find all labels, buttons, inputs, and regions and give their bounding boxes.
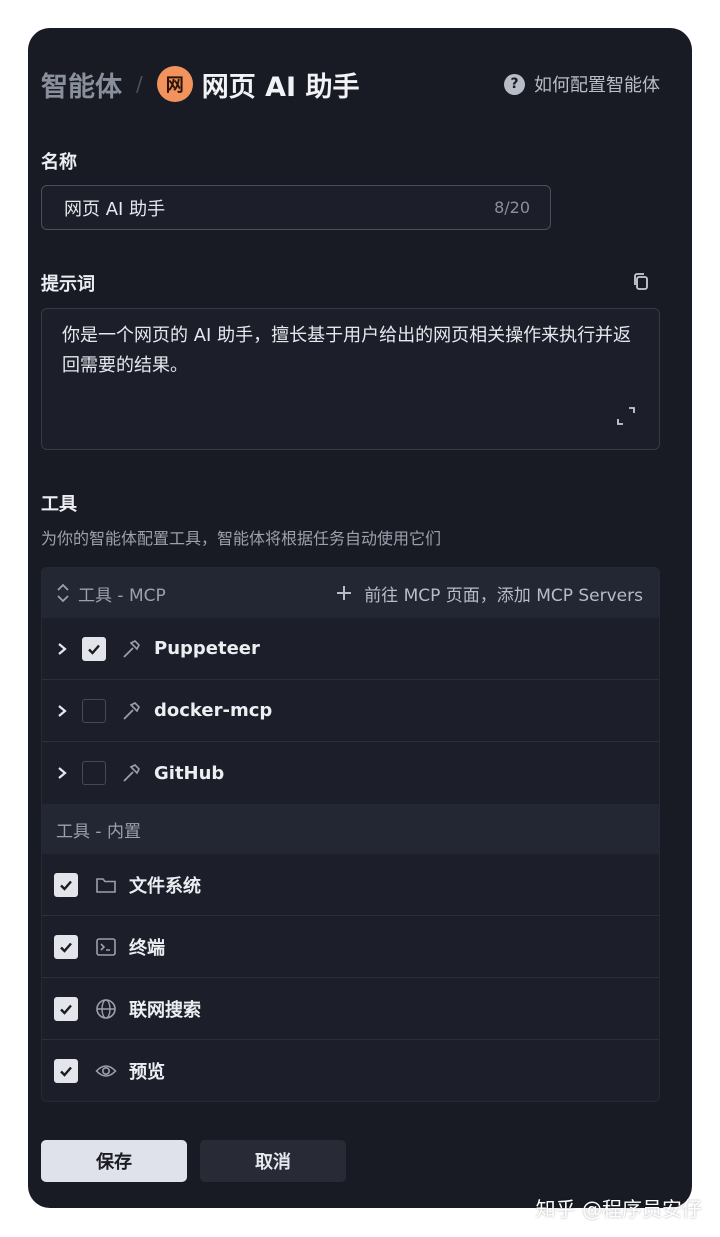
chevron-right-icon[interactable] (56, 642, 68, 656)
tools-list: 工具 - MCP 前往 MCP 页面，添加 MCP Servers Puppet… (41, 567, 660, 1102)
builtin-tool-name: 联网搜索 (129, 999, 201, 1021)
mcp-tool-checkbox[interactable] (82, 636, 106, 661)
builtin-tool-name: 文件系统 (129, 875, 201, 897)
builtin-tool-checkbox[interactable] (54, 872, 78, 897)
hammer-icon (123, 701, 140, 720)
chevron-right-icon[interactable] (56, 704, 68, 718)
tools-description: 为你的智能体配置工具，智能体将根据任务自动使用它们 (41, 529, 442, 548)
check-icon (60, 880, 72, 891)
breadcrumb-root[interactable]: 智能体 (41, 65, 122, 104)
tools-label: 工具 (41, 494, 77, 515)
check-icon (60, 1066, 72, 1077)
name-input[interactable]: 网页 AI 助手 8/20 (41, 185, 551, 230)
plus-icon (337, 586, 352, 600)
hammer-icon (123, 639, 140, 658)
builtin-tool-row[interactable]: 联网搜索 (42, 978, 659, 1040)
builtin-tool-name: 预览 (129, 1062, 165, 1083)
app-avatar-icon: 网 (156, 66, 193, 102)
mcp-tools: Puppeteer docker-mcp GitHub (42, 618, 659, 804)
name-input-value: 网页 AI 助手 (64, 198, 166, 220)
hammer-icon (123, 764, 140, 782)
builtin-tool-row[interactable]: 预览 (42, 1040, 659, 1101)
prompt-textarea[interactable]: 你是一个网页的 AI 助手，擅长基于用户给出的网页相关操作来执行并返回需要的结果… (41, 308, 660, 450)
check-icon (60, 1004, 72, 1015)
page-title: 网页 AI 助手 (201, 71, 360, 103)
mcp-tool-checkbox[interactable] (82, 761, 106, 785)
save-button[interactable]: 保存 (41, 1140, 187, 1182)
copy-icon[interactable] (631, 271, 651, 293)
question-circle-icon: ? (504, 73, 525, 95)
check-icon (60, 942, 72, 953)
builtin-tool-row[interactable]: 终端 (42, 916, 659, 978)
mcp-tool-row[interactable]: Puppeteer (42, 618, 659, 680)
watermark: 知乎 @程序员安仔 (535, 1197, 702, 1221)
mcp-tool-row[interactable]: GitHub (42, 742, 659, 804)
help-link[interactable]: ? 如何配置智能体 (504, 71, 660, 97)
eye-icon (95, 1065, 117, 1077)
builtin-tool-checkbox[interactable] (54, 996, 78, 1021)
cancel-button[interactable]: 取消 (200, 1140, 346, 1182)
prompt-text: 你是一个网页的 AI 助手，擅长基于用户给出的网页相关操作来执行并返回需要的结果… (62, 325, 632, 376)
mcp-group-header: 工具 - MCP 前往 MCP 页面，添加 MCP Servers (42, 568, 659, 618)
builtin-tools: 文件系统终端联网搜索预览 (42, 854, 659, 1101)
mcp-group-title: 工具 - MCP (78, 585, 166, 606)
name-char-count: 8/20 (494, 198, 530, 217)
breadcrumb-separator: / (136, 72, 143, 96)
breadcrumb-header: 智能体 / 网 网页 AI 助手 ? 如何配置智能体 (41, 65, 660, 104)
mcp-tool-name: docker-mcp (154, 700, 273, 721)
mcp-tool-row[interactable]: docker-mcp (42, 680, 659, 742)
builtin-tool-checkbox[interactable] (54, 1059, 78, 1083)
chevron-right-icon[interactable] (56, 766, 68, 780)
add-mcp-link[interactable]: 前往 MCP 页面，添加 MCP Servers (336, 581, 643, 606)
name-label: 名称 (41, 152, 77, 173)
terminal-icon (96, 937, 116, 956)
mcp-tool-checkbox[interactable] (82, 698, 106, 723)
mcp-tool-name: Puppeteer (154, 638, 260, 659)
folder-icon (96, 877, 116, 893)
prompt-label: 提示词 (41, 274, 95, 295)
help-link-label: 如何配置智能体 (534, 75, 660, 96)
agent-config-panel: 智能体 / 网 网页 AI 助手 ? 如何配置智能体 名称 网页 AI 助手 8… (28, 28, 692, 1208)
builtin-tool-row[interactable]: 文件系统 (42, 854, 659, 916)
builtin-tool-checkbox[interactable] (54, 934, 78, 959)
sort-icon[interactable] (56, 583, 70, 603)
add-mcp-link-label: 前往 MCP 页面，添加 MCP Servers (364, 585, 643, 606)
builtin-tool-name: 终端 (129, 937, 165, 959)
builtin-group-header: 工具 - 内置 (42, 804, 659, 854)
check-icon (88, 644, 100, 655)
mcp-tool-name: GitHub (154, 762, 225, 784)
expand-icon[interactable] (615, 405, 637, 427)
builtin-group-title: 工具 - 内置 (56, 821, 141, 842)
globe-icon (96, 998, 116, 1019)
